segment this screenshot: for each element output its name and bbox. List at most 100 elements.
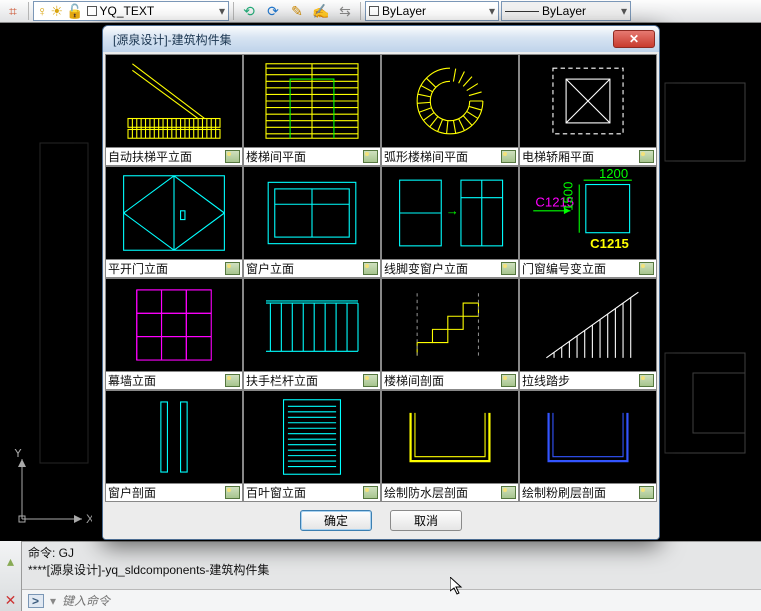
caption-label: 绘制粉刷层剖面 (522, 484, 606, 501)
cancel-label: 取消 (414, 512, 438, 529)
component-item[interactable]: 拉线踏步 (519, 278, 657, 390)
arrow-up-icon[interactable]: ▴ (7, 554, 14, 568)
caption-label: 扶手栏杆立面 (246, 372, 318, 389)
thumbnail (244, 55, 380, 147)
thumbnail-caption: 绘制粉刷层剖面 (520, 483, 656, 501)
linetype-dropdown[interactable]: ByLayer ▾ (501, 1, 631, 21)
component-item[interactable]: C121512001500C1215 门窗编号变立面 (519, 166, 657, 278)
thumbnail (520, 55, 656, 147)
chevron-down-icon: ▾ (489, 4, 495, 18)
caption-label: 线脚变窗户立面 (384, 260, 468, 277)
component-item[interactable]: 幕墙立面 (105, 278, 243, 390)
thumbnail-caption: 楼梯间平面 (244, 147, 380, 165)
component-item[interactable]: 窗户剖面 (105, 390, 243, 502)
thumbnail-caption: 弧形楼梯间平面 (382, 147, 518, 165)
svg-text:1500: 1500 (561, 182, 576, 211)
picture-icon (639, 150, 654, 163)
tool-c[interactable]: ✎ (286, 1, 308, 21)
svg-text:Y: Y (14, 449, 22, 460)
ok-button[interactable]: 确定 (300, 510, 372, 531)
command-area: ▴ ✕ 命令: GJ ****[源泉设计]-yq_sldcomponents-建… (0, 541, 761, 611)
dialog-titlebar[interactable]: [源泉设计]-建筑构件集 ✕ (103, 26, 659, 52)
command-gutter: ▴ ✕ (0, 541, 22, 611)
component-item[interactable]: 百叶窗立面 (243, 390, 381, 502)
tool-b[interactable]: ⟳ (262, 1, 284, 21)
chevron-down-icon: ▾ (219, 4, 225, 18)
thumbnail-caption: 楼梯间剖面 (382, 371, 518, 389)
thumbnail (244, 167, 380, 259)
svg-text:1200: 1200 (599, 167, 628, 181)
component-item[interactable]: 自动扶梯平立面 (105, 54, 243, 166)
caption-label: 拉线踏步 (522, 372, 570, 389)
picture-icon (501, 150, 516, 163)
thumbnail-caption: 幕墙立面 (106, 371, 242, 389)
component-item[interactable]: 绘制防水层剖面 (381, 390, 519, 502)
component-item[interactable]: 弧形楼梯间平面 (381, 54, 519, 166)
component-item[interactable]: 平开门立面 (105, 166, 243, 278)
command-body: 命令: GJ ****[源泉设计]-yq_sldcomponents-建筑构件集… (22, 541, 761, 611)
color-value: ByLayer (382, 4, 426, 18)
caption-label: 自动扶梯平立面 (108, 148, 192, 165)
thumbnail-caption: 窗户剖面 (106, 483, 242, 501)
component-item[interactable]: 绘制粉刷层剖面 (519, 390, 657, 502)
thumbnail-caption: 绘制防水层剖面 (382, 483, 518, 501)
thumbnail-caption: 门窗编号变立面 (520, 259, 656, 277)
tool-d[interactable]: ✍ (310, 1, 332, 21)
thumbnail (382, 391, 518, 483)
lock-icon: 🔓 (66, 4, 83, 18)
tool-e[interactable]: ⇆ (334, 1, 356, 21)
color-swatch (369, 6, 379, 16)
picture-icon (639, 486, 654, 499)
command-history[interactable]: 命令: GJ ****[源泉设计]-yq_sldcomponents-建筑构件集 (22, 541, 761, 589)
sun-icon: ☀ (51, 4, 64, 18)
color-swatch (87, 6, 97, 16)
picture-icon (639, 262, 654, 275)
component-item[interactable]: 楼梯间剖面 (381, 278, 519, 390)
lightbulb-icon: ♀ (37, 4, 48, 18)
ucs-icon: X Y (12, 449, 92, 529)
component-item[interactable]: 窗户立面 (243, 166, 381, 278)
picture-icon (363, 150, 378, 163)
caption-label: 楼梯间剖面 (384, 372, 444, 389)
thumbnail-grid: 自动扶梯平立面 楼梯间平面 弧形楼梯间平面 电梯轿厢平面 平开门立面 窗户立面 … (103, 52, 659, 504)
component-item[interactable]: 电梯轿厢平面 (519, 54, 657, 166)
picture-icon (225, 150, 240, 163)
command-input[interactable] (62, 594, 755, 608)
caption-label: 门窗编号变立面 (522, 260, 606, 277)
layer-dropdown[interactable]: ♀ ☀ 🔓 YQ_TEXT ▾ (33, 1, 229, 21)
close-button[interactable]: ✕ (613, 30, 655, 48)
caption-label: 幕墙立面 (108, 372, 156, 389)
color-dropdown[interactable]: ByLayer ▾ (365, 1, 499, 21)
caption-label: 弧形楼梯间平面 (384, 148, 468, 165)
svg-text:X: X (86, 512, 92, 526)
separator (28, 2, 29, 20)
picture-icon (363, 262, 378, 275)
tool-a[interactable]: ⟲ (238, 1, 260, 21)
caption-label: 平开门立面 (108, 260, 168, 277)
picture-icon (225, 262, 240, 275)
tool-layer-manager[interactable]: ⌗ (2, 1, 24, 21)
component-item[interactable]: → 线脚变窗户立面 (381, 166, 519, 278)
chevron-down-icon[interactable]: ▾ (50, 594, 56, 608)
thumbnail-caption: 平开门立面 (106, 259, 242, 277)
linetype-value: ByLayer (542, 4, 586, 18)
thumbnail (520, 391, 656, 483)
component-item[interactable]: 扶手栏杆立面 (243, 278, 381, 390)
thumbnail (244, 279, 380, 371)
layer-name: YQ_TEXT (100, 4, 155, 18)
thumbnail (106, 279, 242, 371)
thumbnail (106, 167, 242, 259)
thumbnail-caption: 窗户立面 (244, 259, 380, 277)
thumbnail (106, 55, 242, 147)
thumbnail-caption: 线脚变窗户立面 (382, 259, 518, 277)
ok-label: 确定 (324, 512, 348, 529)
close-icon[interactable]: ✕ (5, 593, 17, 607)
command-icon[interactable] (28, 594, 44, 608)
thumbnail-caption: 扶手栏杆立面 (244, 371, 380, 389)
thumbnail-caption: 拉线踏步 (520, 371, 656, 389)
picture-icon (501, 486, 516, 499)
component-item[interactable]: 楼梯间平面 (243, 54, 381, 166)
component-dialog: [源泉设计]-建筑构件集 ✕ 自动扶梯平立面 楼梯间平面 弧形楼梯间平面 电梯轿… (102, 25, 660, 540)
cancel-button[interactable]: 取消 (390, 510, 462, 531)
caption-label: 窗户剖面 (108, 484, 156, 501)
